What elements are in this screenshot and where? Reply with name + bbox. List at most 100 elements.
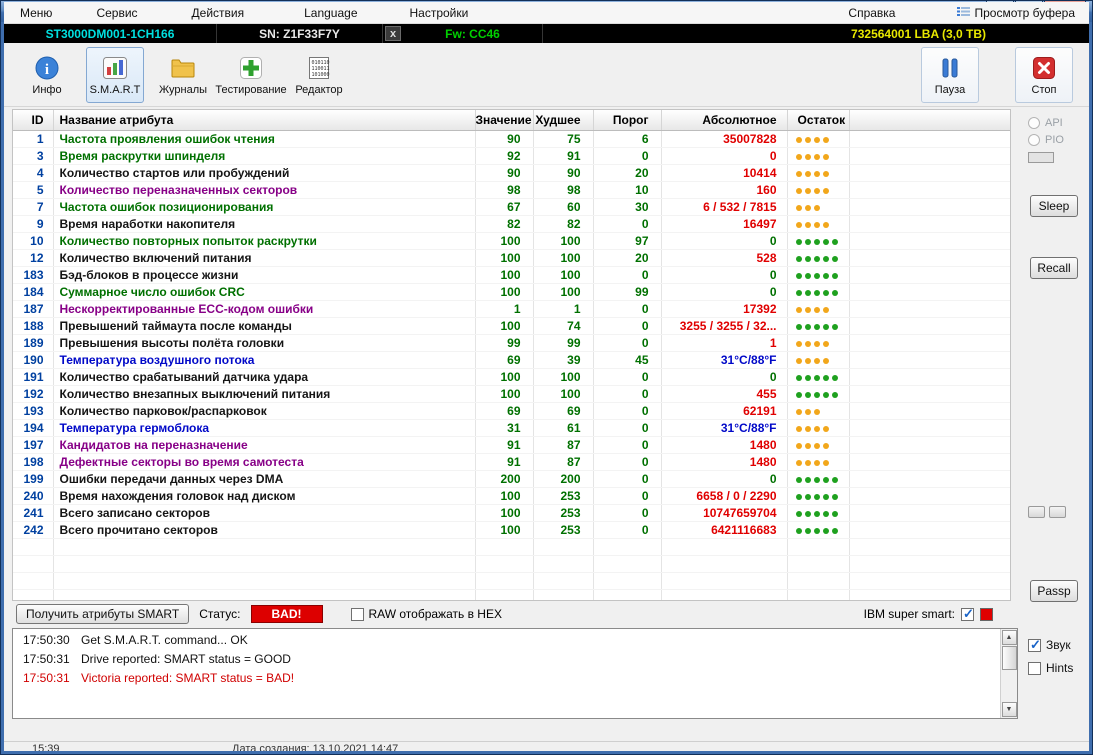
menu-item-actions[interactable]: Действия [186, 4, 251, 22]
get-smart-attributes-button[interactable]: Получить атрибуты SMART [16, 604, 189, 624]
log-message: Get S.M.A.R.T. command... OK [81, 631, 248, 650]
cell-id: 4 [13, 164, 53, 181]
cell-health-dots [787, 487, 849, 504]
cell-value: 100 [475, 283, 533, 300]
column-header-worst[interactable]: Худшее [533, 110, 593, 130]
cell-health-dots [787, 283, 849, 300]
cell-threshold: 0 [593, 487, 661, 504]
info-icon: i [34, 54, 60, 82]
table-row[interactable]: 4Количество стартов или пробуждений90902… [13, 164, 1011, 181]
cell-health-dots [787, 130, 849, 147]
info-button[interactable]: i Инфо [18, 47, 76, 103]
ibm-super-smart-checkbox[interactable] [961, 608, 974, 621]
table-row[interactable]: 198Дефектные секторы во время самотеста9… [13, 453, 1011, 470]
log-scrollbar[interactable]: ▲ ▼ [1000, 629, 1017, 718]
cell-value: 100 [475, 385, 533, 402]
pause-button[interactable]: Пауза [921, 47, 979, 103]
scrollbar-thumb[interactable] [1002, 646, 1017, 670]
table-row[interactable]: 193Количество парковок/распарковок696906… [13, 402, 1011, 419]
mini-button-right[interactable] [1049, 506, 1066, 518]
table-row[interactable]: 192Количество внезапных выключений питан… [13, 385, 1011, 402]
table-row[interactable]: 184Суммарное число ошибок CRC100100990 [13, 283, 1011, 300]
stop-button[interactable]: Стоп [1015, 47, 1073, 103]
api-label: API [1045, 117, 1063, 129]
table-row[interactable]: 190Температура воздушного потока69394531… [13, 351, 1011, 368]
column-header-name[interactable]: Название атрибута [53, 110, 475, 130]
device-serial[interactable]: SN: Z1F33F7Y [217, 24, 383, 43]
raw-hex-checkbox[interactable] [351, 608, 364, 621]
column-header-health[interactable]: Остаток [787, 110, 849, 130]
cell-attribute-name: Температура гермоблока [53, 419, 475, 436]
cell-id: 188 [13, 317, 53, 334]
table-row[interactable]: 189Превышения высоты полёта головки99990… [13, 334, 1011, 351]
passp-button[interactable]: Passp [1030, 580, 1078, 602]
testing-button[interactable]: Тестирование [222, 47, 280, 103]
column-header-threshold[interactable]: Порог [593, 110, 661, 130]
menu-bar: Меню Сервис Действия Language Настройки … [4, 2, 1089, 24]
cell-worst: 100 [533, 232, 593, 249]
cell-id: 197 [13, 436, 53, 453]
device-model[interactable]: ST3000DM001-1CH166 [4, 24, 217, 43]
log-message: Drive reported: SMART status = GOOD [81, 650, 291, 669]
table-row[interactable]: 194Температура гермоблока3161031°C/88°F [13, 419, 1011, 436]
mini-button-left[interactable] [1028, 506, 1045, 518]
buffer-view-label: Просмотр буфера [974, 6, 1075, 20]
cell-absolute: 6 / 532 / 7815 [661, 198, 787, 215]
cell-attribute-name: Всего прочитано секторов [53, 521, 475, 538]
sleep-button[interactable]: Sleep [1030, 195, 1078, 217]
cell-value: 90 [475, 130, 533, 147]
cell-id: 12 [13, 249, 53, 266]
sound-checkbox[interactable] [1028, 639, 1041, 652]
cell-id: 199 [13, 470, 53, 487]
table-row[interactable]: 7Частота ошибок позиционирования6760306 … [13, 198, 1011, 215]
table-row[interactable]: 183Бэд-блоков в процессе жизни10010000 [13, 266, 1011, 283]
cell-id: 194 [13, 419, 53, 436]
table-row[interactable]: 1Частота проявления ошибок чтения9075635… [13, 130, 1011, 147]
table-row[interactable]: 12Количество включений питания1001002052… [13, 249, 1011, 266]
table-row[interactable]: 5Количество переназначенных секторов9898… [13, 181, 1011, 198]
smart-label: S.M.A.R.T [90, 84, 141, 96]
table-row[interactable]: 3Время раскрутки шпинделя929100 [13, 147, 1011, 164]
table-row[interactable]: 188Превышений таймаута после команды1007… [13, 317, 1011, 334]
scroll-up-icon[interactable]: ▲ [1002, 630, 1017, 645]
api-radio[interactable] [1028, 117, 1040, 129]
table-row[interactable]: 10Количество повторных попыток раскрутки… [13, 232, 1011, 249]
table-row[interactable]: 241Всего записано секторов10025301074765… [13, 504, 1011, 521]
menu-item-settings[interactable]: Настройки [404, 4, 475, 22]
device-firmware[interactable]: Fw: CC46 [403, 24, 543, 43]
buffer-view-button[interactable]: Просмотр буфера [953, 4, 1079, 22]
table-row[interactable]: 187Нескорректированные ECC-кодом ошибки1… [13, 300, 1011, 317]
table-row[interactable]: 9Время наработки накопителя8282016497 [13, 215, 1011, 232]
cell-threshold: 99 [593, 283, 661, 300]
column-header-id[interactable]: ID [13, 110, 53, 130]
table-row[interactable]: 240Время нахождения головок над диском10… [13, 487, 1011, 504]
table-row[interactable]: 191Количество срабатываний датчика удара… [13, 368, 1011, 385]
raw-hex-label: RAW отображать в HEX [369, 607, 502, 621]
mode-indicator-bar [1028, 152, 1054, 163]
cell-absolute: 0 [661, 266, 787, 283]
smart-button[interactable]: S.M.A.R.T [86, 47, 144, 103]
empty-row [13, 538, 1011, 555]
table-row[interactable]: 197Кандидатов на переназначение918701480 [13, 436, 1011, 453]
column-header-absolute[interactable]: Абсолютное [661, 110, 787, 130]
journals-button[interactable]: Журналы [154, 47, 212, 103]
pio-radio[interactable] [1028, 134, 1040, 146]
stop-label: Стоп [1032, 84, 1057, 96]
menu-item-language[interactable]: Language [298, 4, 363, 22]
recall-button[interactable]: Recall [1030, 257, 1078, 279]
cell-filler [849, 487, 1011, 504]
hints-checkbox[interactable] [1028, 662, 1041, 675]
cell-id: 193 [13, 402, 53, 419]
cell-worst: 100 [533, 249, 593, 266]
menu-item-service[interactable]: Сервис [90, 4, 143, 22]
table-row[interactable]: 199Ошибки передачи данных через DMA20020… [13, 470, 1011, 487]
menu-item-menu[interactable]: Меню [14, 4, 58, 22]
column-header-value[interactable]: Значение [475, 110, 533, 130]
hex-editor-icon: 010110110011101000 [306, 54, 332, 82]
menu-item-help[interactable]: Справка [842, 4, 901, 22]
scroll-down-icon[interactable]: ▼ [1002, 702, 1017, 717]
table-row[interactable]: 242Всего прочитано секторов1002530642111… [13, 521, 1011, 538]
editor-button[interactable]: 010110110011101000 Редактор [290, 47, 348, 103]
device-close-icon[interactable]: x [385, 26, 401, 41]
cell-absolute: 0 [661, 283, 787, 300]
